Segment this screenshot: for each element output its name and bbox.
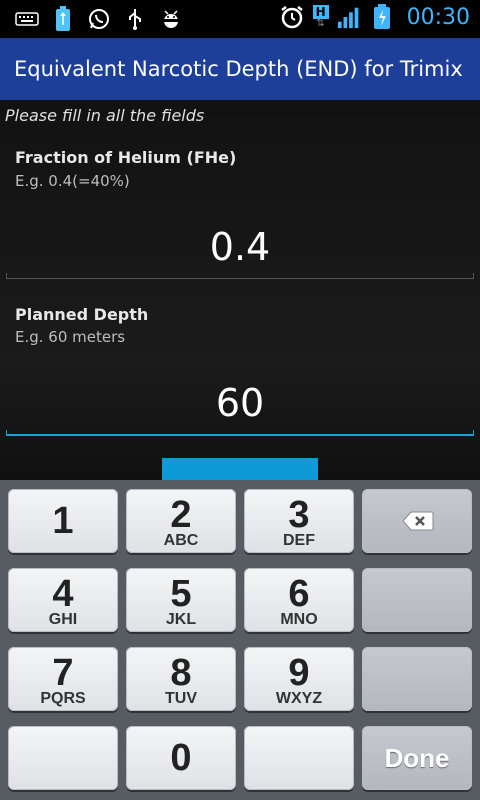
planned-depth-example: E.g. 60 meters xyxy=(15,328,126,346)
usb-battery-icon xyxy=(50,6,76,32)
planned-depth-label: Planned Depth xyxy=(15,305,149,324)
key-4-digit: 4 xyxy=(52,573,74,615)
hspa-data-icon: H ⇅ xyxy=(311,4,331,30)
signal-icon xyxy=(337,4,363,30)
key-6-letters: MNO xyxy=(280,611,318,628)
key-4-letters: GHI xyxy=(48,611,78,628)
key-8-letters: TUV xyxy=(165,690,197,707)
form-hint: Please fill in all the fields xyxy=(5,106,205,125)
helium-fraction-example: E.g. 0.4(=40%) xyxy=(15,172,130,190)
network-type-label: H xyxy=(312,5,329,19)
key-2-letters: ABC xyxy=(163,532,199,549)
key-7-letters: PQRS xyxy=(40,690,86,707)
numeric-keypad: 1 2 ABC 3 DEF 4 GHI 5 JKL 6 MNO 7 PQRS 8… xyxy=(0,480,480,800)
key-9-letters: WXYZ xyxy=(275,690,323,707)
clock: 00:30 xyxy=(406,4,470,30)
key-2-digit: 2 xyxy=(170,494,192,536)
helium-fraction-label: Fraction of Helium (FHe) xyxy=(15,148,237,167)
calculate-button[interactable] xyxy=(162,458,318,480)
key-2[interactable]: 2 ABC xyxy=(126,489,236,553)
key-3-letters: DEF xyxy=(283,532,315,549)
key-7[interactable]: 7 PQRS xyxy=(8,647,118,711)
done-label: Done xyxy=(384,743,450,773)
blank-key-right[interactable] xyxy=(244,726,354,790)
status-bar: H ⇅ 00:30 xyxy=(0,0,480,38)
usb-icon xyxy=(122,6,148,32)
backspace-key[interactable] xyxy=(362,489,472,553)
whatsapp-icon xyxy=(86,6,112,32)
key-7-digit: 7 xyxy=(52,652,74,694)
key-5[interactable]: 5 JKL xyxy=(126,568,236,632)
page-title: Equivalent Narcotic Depth (END) for Trim… xyxy=(14,57,463,81)
alarm-icon xyxy=(279,4,305,30)
key-9[interactable]: 9 WXYZ xyxy=(244,647,354,711)
backspace-icon xyxy=(402,511,434,531)
key-0-digit: 0 xyxy=(170,737,192,779)
blank-key-row2[interactable] xyxy=(362,568,472,632)
android-debug-icon xyxy=(158,6,184,32)
app-title-bar: Equivalent Narcotic Depth (END) for Trim… xyxy=(0,38,480,100)
key-6-digit: 6 xyxy=(288,573,310,615)
battery-charging-icon xyxy=(369,4,395,30)
key-3-digit: 3 xyxy=(288,494,310,536)
key-9-digit: 9 xyxy=(288,652,310,694)
key-8-digit: 8 xyxy=(170,652,192,694)
done-key[interactable]: Done xyxy=(362,726,472,790)
blank-key-left[interactable] xyxy=(8,726,118,790)
helium-fraction-underline xyxy=(6,273,474,279)
key-5-digit: 5 xyxy=(170,573,192,615)
key-6[interactable]: 6 MNO xyxy=(244,568,354,632)
key-1[interactable]: 1 xyxy=(8,489,118,553)
key-0[interactable]: 0 xyxy=(126,726,236,790)
key-3[interactable]: 3 DEF xyxy=(244,489,354,553)
key-8[interactable]: 8 TUV xyxy=(126,647,236,711)
key-1-digit: 1 xyxy=(52,500,74,542)
key-4[interactable]: 4 GHI xyxy=(8,568,118,632)
form-area: Please fill in all the fields Fraction o… xyxy=(0,100,480,480)
keyboard-icon xyxy=(14,6,40,32)
planned-depth-input[interactable]: 60 xyxy=(6,378,474,428)
key-5-letters: JKL xyxy=(165,611,197,628)
planned-depth-underline xyxy=(6,430,474,436)
helium-fraction-input[interactable]: 0.4 xyxy=(6,222,474,272)
blank-key-row3[interactable] xyxy=(362,647,472,711)
